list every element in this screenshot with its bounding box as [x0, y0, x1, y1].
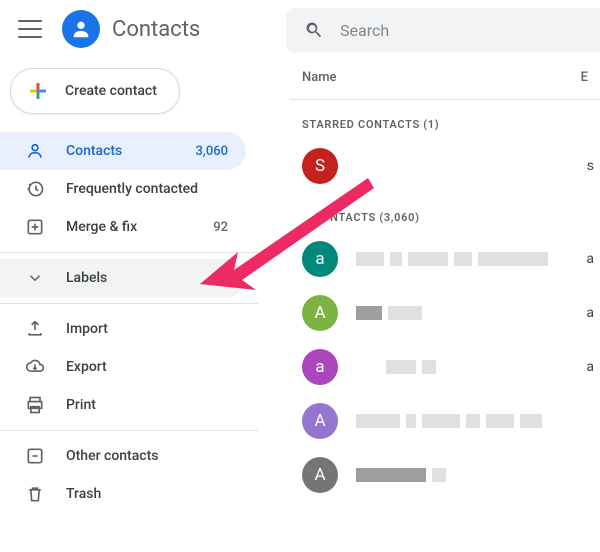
- sidebar-item-labels[interactable]: Labels: [0, 259, 246, 297]
- search-icon: [304, 20, 324, 40]
- merge-icon: [24, 217, 46, 237]
- export-icon: [24, 357, 46, 377]
- divider: [0, 430, 258, 431]
- redacted-name: [356, 252, 548, 266]
- import-icon: [24, 319, 46, 339]
- plus-icon: [25, 78, 51, 104]
- section-contacts: CONTACTS (3,060): [290, 193, 600, 232]
- menu-icon[interactable]: [18, 17, 42, 41]
- section-starred: STARRED CONTACTS (1): [290, 100, 600, 139]
- contact-row[interactable]: a a: [290, 232, 600, 286]
- contact-row[interactable]: A a: [290, 286, 600, 340]
- sidebar-item-merge[interactable]: Merge & fix 92: [0, 208, 246, 246]
- avatar: A: [302, 457, 338, 493]
- column-header: Name E: [290, 60, 600, 100]
- contact-row[interactable]: S s: [290, 139, 600, 193]
- print-icon: [24, 395, 46, 415]
- create-contact-button[interactable]: Create contact: [10, 68, 180, 114]
- trash-icon: [24, 484, 46, 504]
- avatar: S: [302, 148, 338, 184]
- sidebar-item-print[interactable]: Print: [0, 386, 246, 424]
- redacted-name: [356, 468, 446, 482]
- sidebar-item-import[interactable]: Import: [0, 310, 246, 348]
- search-placeholder: Search: [340, 21, 389, 40]
- avatar: A: [302, 403, 338, 439]
- archive-icon: [24, 446, 46, 466]
- app-title: Contacts: [112, 17, 200, 42]
- app-logo: [62, 10, 100, 48]
- sidebar-item-other[interactable]: Other contacts: [0, 437, 246, 475]
- contact-row[interactable]: a a: [290, 340, 600, 394]
- create-contact-label: Create contact: [65, 83, 157, 99]
- divider: [0, 303, 258, 304]
- avatar: A: [302, 295, 338, 331]
- sidebar-item-trash[interactable]: Trash: [0, 475, 246, 513]
- redacted-name: [356, 306, 422, 320]
- person-icon: [24, 141, 46, 161]
- sidebar-item-contacts[interactable]: Contacts 3,060: [0, 132, 246, 170]
- history-icon: [24, 179, 46, 199]
- avatar: a: [302, 241, 338, 277]
- contact-row[interactable]: A: [290, 448, 600, 502]
- contact-row[interactable]: A: [290, 394, 600, 448]
- chevron-down-icon: [24, 269, 46, 287]
- sidebar-item-export[interactable]: Export: [0, 348, 246, 386]
- avatar: a: [302, 349, 338, 385]
- sidebar-item-frequent[interactable]: Frequently contacted: [0, 170, 246, 208]
- search-input[interactable]: Search: [286, 8, 600, 52]
- divider: [0, 252, 258, 253]
- redacted-name: [386, 360, 436, 374]
- redacted-name: [356, 414, 542, 428]
